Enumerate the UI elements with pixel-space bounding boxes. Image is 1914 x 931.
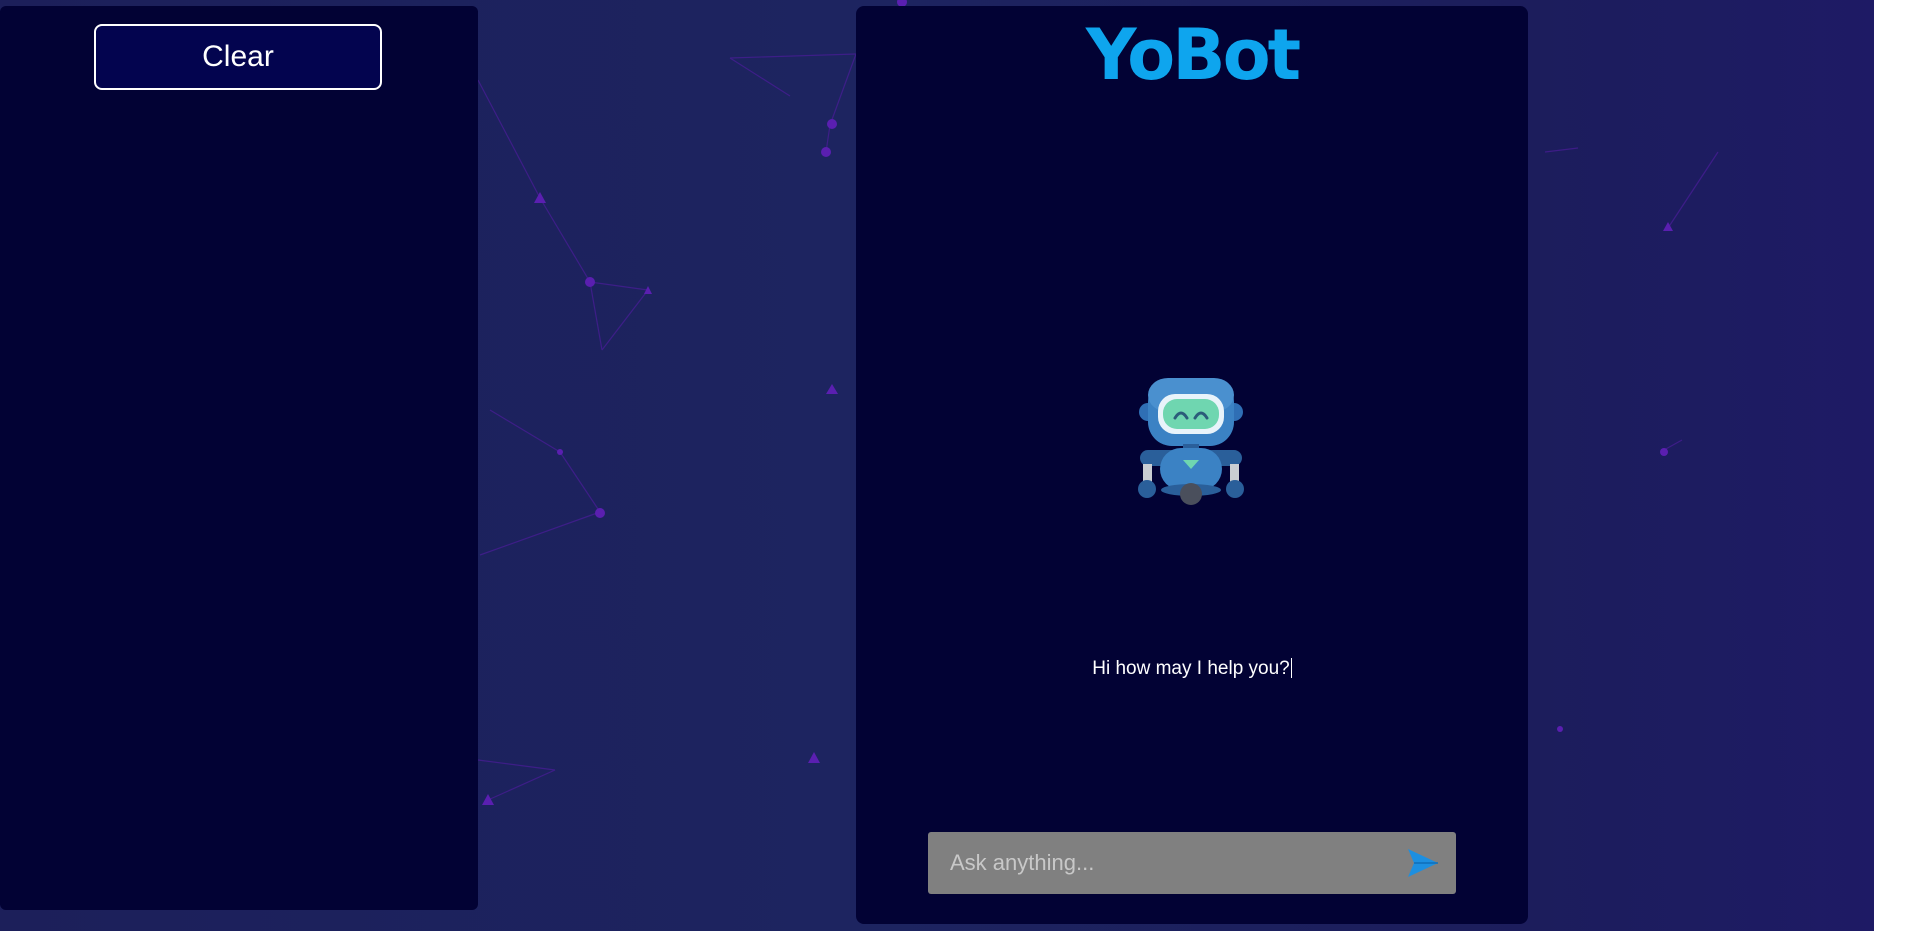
app-title: YoBot [1085, 14, 1301, 96]
bot-greeting-message: Hi how may I help you? [856, 658, 1528, 680]
text-cursor [1290, 658, 1292, 678]
history-panel: Clear [0, 6, 478, 910]
send-arrow-icon[interactable] [1406, 847, 1440, 879]
chat-panel: YoBot Hi how may I help you? [856, 6, 1528, 924]
page-edge-strip [1874, 0, 1914, 931]
chat-input[interactable] [928, 832, 1388, 894]
chat-input-bar [928, 832, 1456, 894]
clear-button[interactable]: Clear [94, 24, 382, 90]
greeting-text: Hi how may I help you? [1092, 658, 1290, 679]
robot-icon [1138, 378, 1244, 505]
